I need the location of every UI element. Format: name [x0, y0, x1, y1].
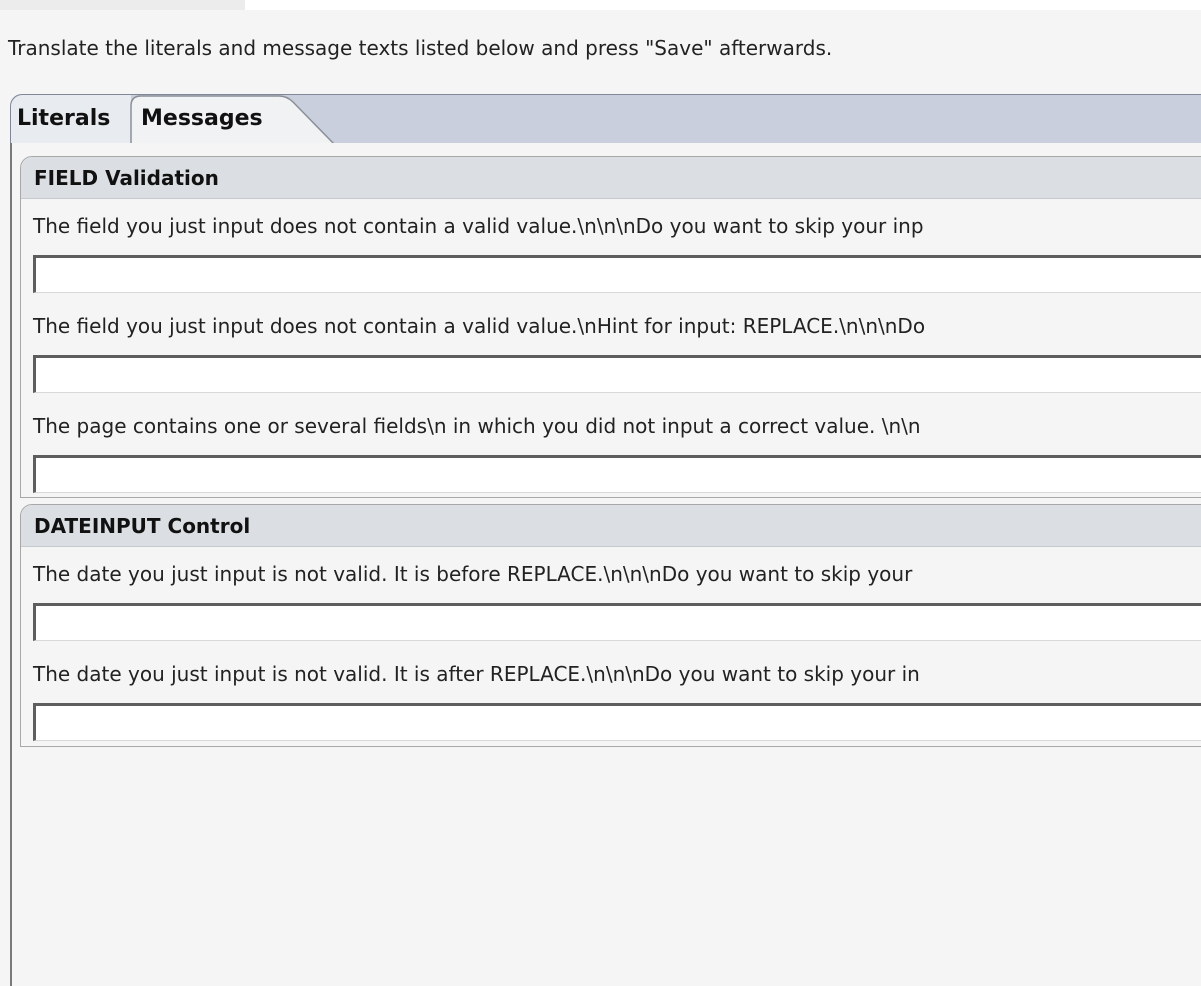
tab-bar: Literals Messages — [10, 94, 1201, 146]
top-strip-segment — [0, 0, 245, 10]
message-row: The date you just input is not valid. It… — [21, 547, 1201, 647]
message-row: The field you just input does not contai… — [21, 299, 1201, 399]
group-dateinput-control: DATEINPUT Control The date you just inpu… — [20, 504, 1201, 747]
translation-input[interactable] — [33, 603, 1201, 641]
message-text: The field you just input does not contai… — [33, 314, 926, 338]
translation-input[interactable] — [33, 455, 1201, 493]
top-strip — [0, 0, 1201, 10]
messages-panel: FIELD Validation The field you just inpu… — [10, 143, 1201, 986]
group-field-validation: FIELD Validation The field you just inpu… — [20, 156, 1201, 498]
instruction-text: Translate the literals and message texts… — [8, 36, 833, 60]
group-header: FIELD Validation — [21, 157, 1201, 199]
tab-literals[interactable]: Literals — [11, 95, 131, 145]
message-row: The field you just input does not contai… — [21, 199, 1201, 299]
message-row: The date you just input is not valid. It… — [21, 647, 1201, 746]
tab-messages[interactable]: Messages — [139, 95, 339, 145]
translation-input[interactable] — [33, 703, 1201, 741]
message-text: The field you just input does not contai… — [33, 214, 924, 238]
translation-input[interactable] — [33, 255, 1201, 293]
message-text: The date you just input is not valid. It… — [33, 562, 913, 586]
message-text: The page contains one or several fields\… — [33, 414, 921, 438]
message-row: The page contains one or several fields\… — [21, 399, 1201, 497]
group-header: DATEINPUT Control — [21, 505, 1201, 547]
message-text: The date you just input is not valid. It… — [33, 662, 920, 686]
translation-input[interactable] — [33, 355, 1201, 393]
